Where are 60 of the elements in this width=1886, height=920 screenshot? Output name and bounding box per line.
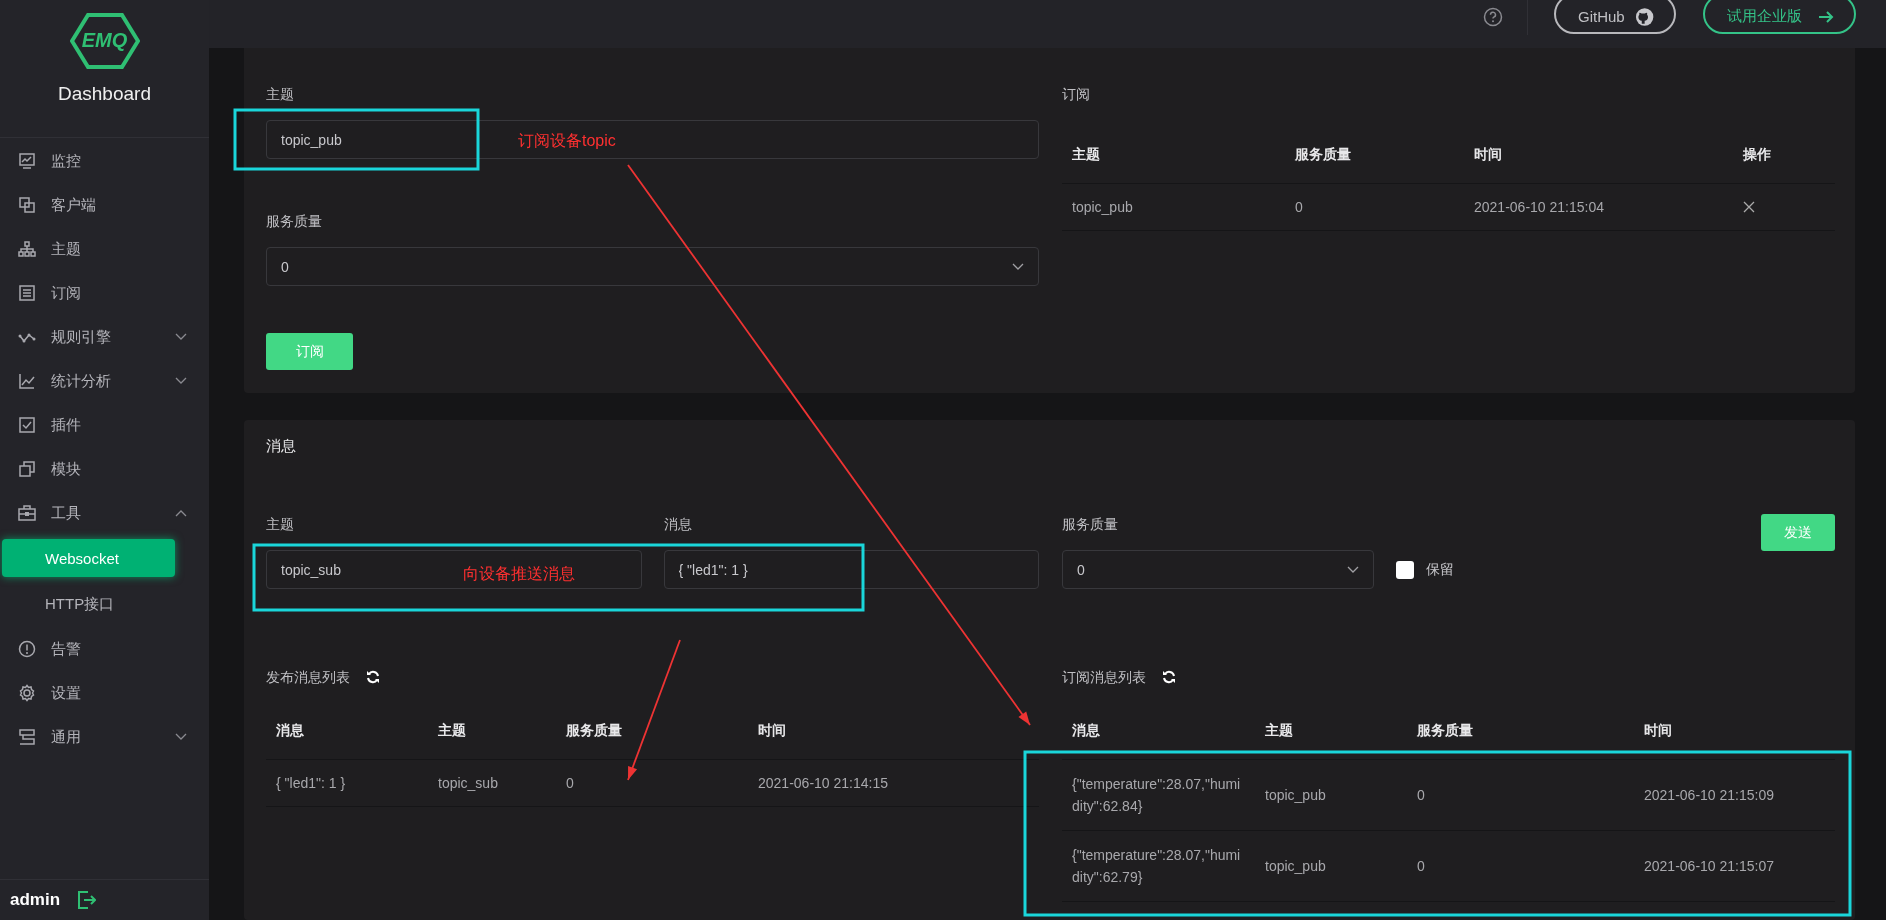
field-label: 服务质量 bbox=[266, 212, 323, 231]
table-cell-text: { "led1": 1 } bbox=[275, 774, 347, 793]
annotation-note: 订阅设备topic bbox=[518, 131, 616, 151]
menu-item[interactable]: 主题 bbox=[0, 227, 209, 271]
trial-button[interactable]: 试用企业版 bbox=[1703, 0, 1856, 34]
table-cell-text: 0 bbox=[565, 774, 575, 793]
logo: EMQ bbox=[69, 12, 140, 70]
menu-item[interactable]: 模块 bbox=[0, 447, 209, 491]
annotation-note: 向设备推送消息 bbox=[463, 564, 575, 584]
column-header: 消息 bbox=[275, 721, 305, 740]
column-header: 操作 bbox=[1742, 145, 1772, 164]
field-label: 消息 bbox=[663, 515, 693, 534]
menu-item[interactable]: 订阅 bbox=[0, 271, 209, 315]
column-header: 服务质量 bbox=[1416, 721, 1474, 740]
qos-select[interactable]: 0 bbox=[266, 247, 1039, 286]
table-cell-text: 0 bbox=[1416, 857, 1426, 876]
menu-item[interactable]: 插件 bbox=[0, 403, 209, 447]
menu-item[interactable]: 统计分析 bbox=[0, 359, 209, 403]
column-header: 时间 bbox=[1643, 721, 1673, 740]
list-title: 发布消息列表 bbox=[266, 668, 350, 687]
section-label: 订阅 bbox=[1062, 85, 1091, 104]
column-header: 服务质量 bbox=[565, 721, 623, 740]
table-cell-text: topic_sub bbox=[437, 774, 499, 793]
table-cell-text: {"temperature":28.07,"humidity":62.84} bbox=[1071, 775, 1242, 816]
checkbox-label: 保留 bbox=[1426, 560, 1454, 579]
dashboard-title: Dashboard bbox=[58, 83, 151, 105]
menu-item[interactable]: 工具 bbox=[0, 491, 209, 535]
menu-item[interactable]: 设置 bbox=[0, 671, 209, 715]
table-cell-text: topic_pub bbox=[1264, 786, 1327, 805]
table-cell-text: 2021-06-10 21:14:15 bbox=[757, 774, 889, 793]
column-header: 主题 bbox=[437, 721, 467, 740]
column-header: 主题 bbox=[1264, 721, 1294, 740]
table-cell-text: 2021-06-10 21:15:04 bbox=[1473, 198, 1605, 217]
github-button[interactable]: GitHub bbox=[1554, 0, 1676, 34]
qos-select[interactable]: 0 bbox=[1062, 550, 1374, 589]
field-label: 主题 bbox=[266, 515, 295, 534]
column-header: 服务质量 bbox=[1294, 145, 1352, 164]
table-cell-text: {"temperature":28.07,"humidity":62.79} bbox=[1071, 846, 1242, 887]
table-cell-text: 0 bbox=[1416, 786, 1426, 805]
table-cell-text: 2021-06-10 21:15:07 bbox=[1643, 857, 1775, 876]
field-label: 主题 bbox=[266, 85, 295, 104]
input-field[interactable]: { "led1": 1 } bbox=[663, 550, 1039, 589]
column-header: 主题 bbox=[1071, 145, 1101, 164]
table-cell-text: topic_pub bbox=[1264, 857, 1327, 876]
table-cell-text: 0 bbox=[1294, 198, 1304, 217]
list-title: 订阅消息列表 bbox=[1062, 668, 1146, 687]
menu-item[interactable]: 监控 bbox=[0, 139, 209, 183]
menu-item[interactable]: 通用 bbox=[0, 715, 209, 759]
table-cell-text: 2021-06-10 21:15:09 bbox=[1643, 786, 1775, 805]
card-title: 消息 bbox=[266, 436, 297, 456]
table-cell-text: topic_pub bbox=[1071, 198, 1134, 217]
column-header: 时间 bbox=[1473, 145, 1503, 164]
column-header: 时间 bbox=[757, 721, 787, 740]
submenu-item[interactable]: HTTP接口 bbox=[2, 585, 175, 623]
column-header: 消息 bbox=[1071, 721, 1101, 740]
menu-item[interactable]: 告警 bbox=[0, 627, 209, 671]
menu-item[interactable]: 规则引擎 bbox=[0, 315, 209, 359]
field-label: 服务质量 bbox=[1062, 515, 1119, 534]
menu-item[interactable]: 客户端 bbox=[0, 183, 209, 227]
user-name: admin bbox=[10, 890, 61, 910]
